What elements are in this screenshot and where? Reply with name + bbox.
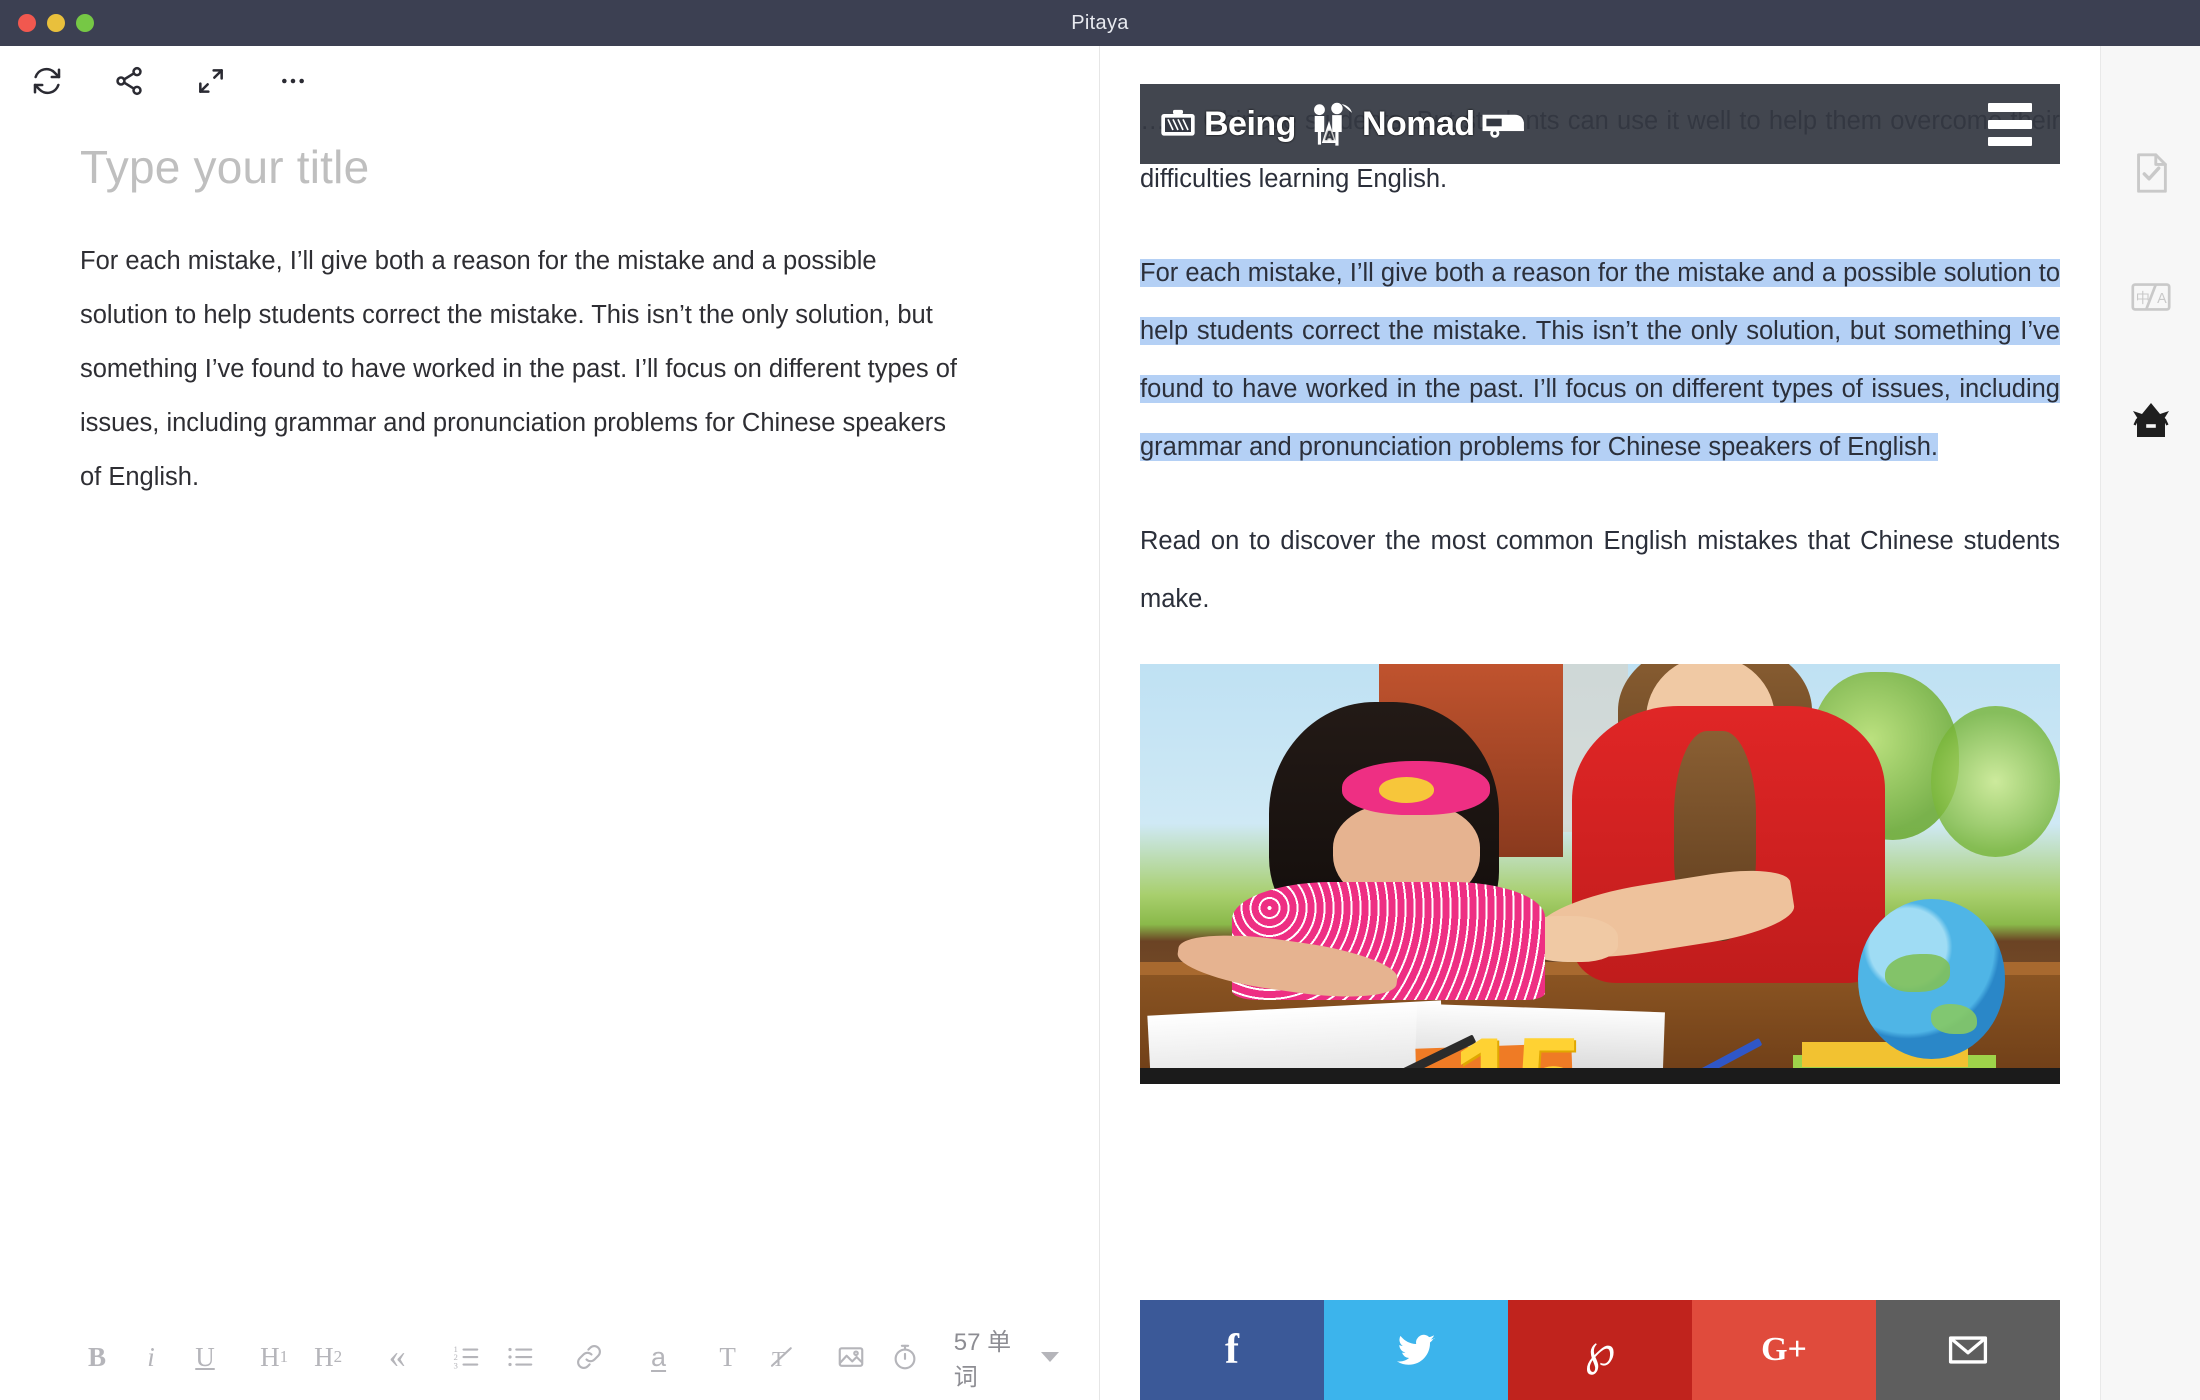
more-icon[interactable] [276,64,310,98]
article-paragraph-after: Read on to discover the most common Engl… [1140,527,2060,613]
italic-button[interactable]: i [124,1330,178,1384]
h2-letter: H [314,1341,334,1372]
word-count-selector[interactable]: 57 单词 [954,1322,1059,1392]
pinterest-icon: ℘ [1584,1325,1616,1375]
figure-footer-bar [1140,1068,2060,1084]
app-window: Pitaya Type your title For each mistake,… [0,0,2200,1400]
document-check-icon[interactable] [2124,146,2178,200]
twitter-icon [1396,1334,1436,1365]
document-body-text[interactable]: For each mistake, I’ll give both a reaso… [80,234,960,504]
underline-button[interactable]: U [178,1330,232,1384]
window-titlebar: Pitaya [0,0,2200,46]
h2-subscript: 2 [333,1347,343,1366]
traffic-light-group [0,14,94,32]
preview-content: … to Chinese students. But students can … [1140,46,2060,1400]
selected-text-highlight: For each mistake, I’ll give both a reaso… [1140,259,2060,461]
chevron-down-icon [1040,1352,1059,1362]
heading1-button[interactable]: H1 [247,1330,301,1384]
archive-box-glyph [2132,403,2169,437]
article-paragraph-selected: For each mistake, I’ll give both a reaso… [1140,244,2060,476]
highlight-button[interactable]: a [632,1330,686,1384]
share-twitter-button[interactable] [1324,1300,1508,1400]
share-googleplus-button[interactable]: G+ [1692,1300,1876,1400]
article-photo: 15 [1140,664,2060,1084]
fullscreen-icon[interactable] [194,64,228,98]
h1-letter: H [260,1341,280,1372]
share-facebook-button[interactable]: f [1140,1300,1324,1400]
family-icon: A [1314,102,1352,146]
window-title: Pitaya [1071,11,1129,34]
caravan-icon [1482,114,1524,138]
editor-pane: Type your title For each mistake, I’ll g… [0,46,1100,1400]
editor-toolbar [0,46,1099,116]
sync-icon[interactable] [30,64,64,98]
site-header: Being A Nomad [1140,84,2060,164]
window-body: Type your title For each mistake, I’ll g… [0,46,2200,1400]
share-email-button[interactable] [1876,1300,2060,1400]
email-icon [1948,1336,1988,1364]
blockquote-button[interactable]: « [370,1330,424,1384]
link-icon[interactable] [562,1330,616,1384]
minimize-button[interactable] [47,14,65,32]
preview-pane: … to Chinese students. But students can … [1100,46,2100,1400]
svg-text:A: A [1325,129,1334,143]
formatting-toolbar: B i U H1 H2 « 1 2 3 a T T 57 单词 [0,1314,1099,1400]
document-title-input[interactable]: Type your title [80,140,1039,194]
h1-subscript: 1 [279,1347,289,1366]
logo-word-being: Being [1204,104,1296,143]
suitcase-icon [1161,109,1195,136]
translate-icon[interactable]: 中 A [2124,270,2178,324]
social-share-bar: f ℘ G+ [1140,1300,2060,1400]
googleplus-icon: G+ [1761,1331,1807,1368]
article-body[interactable]: … to Chinese students. But students can … [1140,46,2060,1400]
share-pinterest-button[interactable]: ℘ [1508,1300,1692,1400]
heading2-button[interactable]: H2 [301,1330,355,1384]
share-icon[interactable] [112,64,146,98]
maximize-button[interactable] [76,14,94,32]
article-figure: 15 [1140,664,2060,1084]
archive-box-icon[interactable] [2124,394,2178,448]
site-logo[interactable]: Being A Nomad [1158,101,1527,147]
right-sidebar: 中 A [2100,46,2200,1400]
close-button[interactable] [18,14,36,32]
ordered-list-icon[interactable]: 1 2 3 [439,1330,493,1384]
svg-text:3: 3 [454,1360,459,1370]
text-style-button[interactable]: T [701,1330,755,1384]
timer-icon[interactable] [878,1330,932,1384]
svg-text:A: A [2157,291,2167,307]
unordered-list-icon[interactable] [493,1330,547,1384]
svg-text:中: 中 [2135,290,2149,307]
bold-button[interactable]: B [70,1330,124,1384]
word-count-label: 57 单词 [953,1329,1012,1391]
logo-word-nomad: Nomad [1361,104,1475,143]
hamburger-menu-icon[interactable] [1982,97,2038,152]
clear-format-icon[interactable]: T [755,1330,809,1384]
facebook-icon: f [1225,1327,1239,1373]
image-icon[interactable] [824,1330,878,1384]
editor-scroll-area[interactable]: Type your title For each mistake, I’ll g… [0,116,1099,1314]
